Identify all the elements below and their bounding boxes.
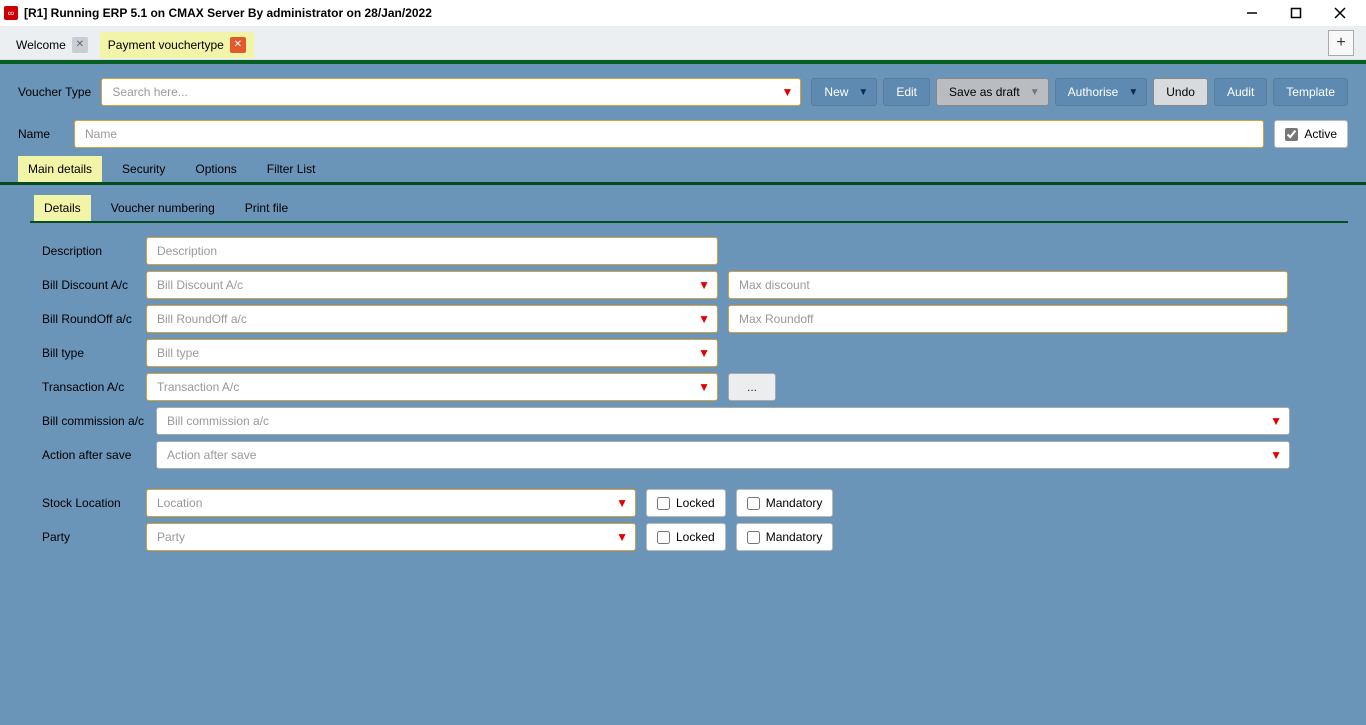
tab-main-details[interactable]: Main details [18, 156, 102, 182]
name-input-wrap [74, 120, 1264, 148]
authorise-button[interactable]: Authorise ▼ [1055, 78, 1148, 106]
tab-payment-vouchertype[interactable]: Payment vouchertype ✕ [100, 32, 254, 58]
add-tab-button[interactable]: + [1328, 30, 1354, 56]
bill-commission-select[interactable] [156, 407, 1290, 435]
details-form: Description Bill Discount A/c ▼ Bill Rou… [18, 237, 1348, 551]
close-icon[interactable]: ✕ [230, 37, 246, 53]
party-label: Party [42, 530, 136, 544]
active-checkbox-wrap[interactable]: Active [1274, 120, 1348, 148]
voucher-type-label: Voucher Type [18, 85, 91, 99]
button-label: Undo [1166, 85, 1195, 99]
button-label: Template [1286, 85, 1335, 99]
chevron-down-icon: ▼ [1128, 87, 1138, 98]
tab-label: Payment vouchertype [108, 38, 224, 52]
row-description: Description [42, 237, 1348, 265]
mandatory-label: Mandatory [766, 496, 823, 510]
new-button[interactable]: New ▼ [811, 78, 877, 106]
subtab-voucher-numbering[interactable]: Voucher numbering [101, 195, 225, 221]
app-icon: ∞ [4, 6, 18, 20]
row-action-after-save: Action after save ▼ [42, 441, 1348, 469]
action-after-save-select[interactable] [156, 441, 1290, 469]
stock-location-locked-checkbox[interactable] [657, 497, 670, 510]
edit-button[interactable]: Edit [883, 78, 930, 106]
row-bill-commission: Bill commission a/c ▼ [42, 407, 1348, 435]
titlebar: ∞ [R1] Running ERP 5.1 on CMAX Server By… [0, 0, 1366, 26]
max-discount-input[interactable] [728, 271, 1288, 299]
bill-roundoff-label: Bill RoundOff a/c [42, 312, 136, 326]
locked-label: Locked [676, 530, 715, 544]
stock-location-locked-wrap[interactable]: Locked [646, 489, 726, 517]
bill-discount-label: Bill Discount A/c [42, 278, 136, 292]
party-locked-checkbox[interactable] [657, 531, 670, 544]
stock-location-label: Stock Location [42, 496, 136, 510]
maximize-button[interactable] [1274, 0, 1318, 26]
bill-commission-label: Bill commission a/c [42, 414, 146, 428]
row-bill-roundoff: Bill RoundOff a/c ▼ [42, 305, 1348, 333]
section-tabs: Main details Security Options Filter Lis… [0, 156, 1366, 185]
tab-options[interactable]: Options [185, 156, 246, 182]
close-button[interactable] [1318, 0, 1362, 26]
voucher-type-search-wrap: ▼ [101, 78, 801, 106]
tab-filter-list[interactable]: Filter List [257, 156, 326, 182]
tab-welcome[interactable]: Welcome ✕ [8, 32, 96, 58]
button-label: New [824, 85, 848, 99]
transaction-ac-browse-button[interactable]: ... [728, 373, 776, 401]
window-title: [R1] Running ERP 5.1 on CMAX Server By a… [24, 6, 1230, 20]
button-label: Edit [896, 85, 917, 99]
transaction-ac-select[interactable] [146, 373, 718, 401]
template-button[interactable]: Template [1273, 78, 1348, 106]
bill-type-select[interactable] [146, 339, 718, 367]
active-checkbox[interactable] [1285, 128, 1298, 141]
stock-location-mandatory-wrap[interactable]: Mandatory [736, 489, 834, 517]
audit-button[interactable]: Audit [1214, 78, 1267, 106]
row-bill-type: Bill type ▼ [42, 339, 1348, 367]
party-locked-wrap[interactable]: Locked [646, 523, 726, 551]
active-label: Active [1304, 127, 1337, 141]
stock-location-mandatory-checkbox[interactable] [747, 497, 760, 510]
toolbar-row: Voucher Type ▼ New ▼ Edit Save as draft … [18, 78, 1348, 106]
mandatory-label: Mandatory [766, 530, 823, 544]
description-label: Description [42, 244, 136, 258]
action-after-save-label: Action after save [42, 448, 146, 462]
main-panel: Voucher Type ▼ New ▼ Edit Save as draft … [0, 64, 1366, 725]
button-label: Save as draft [949, 85, 1020, 99]
close-icon[interactable]: ✕ [72, 37, 88, 53]
toolbar-buttons: New ▼ Edit Save as draft ▼ Authorise ▼ U… [811, 78, 1348, 106]
voucher-type-search[interactable] [101, 78, 801, 106]
bill-roundoff-select[interactable] [146, 305, 718, 333]
row-bill-discount: Bill Discount A/c ▼ [42, 271, 1348, 299]
button-label: Authorise [1068, 85, 1119, 99]
name-input[interactable] [74, 120, 1264, 148]
button-label: Audit [1227, 85, 1254, 99]
tab-security[interactable]: Security [112, 156, 175, 182]
party-mandatory-checkbox[interactable] [747, 531, 760, 544]
chevron-down-icon: ▼ [1030, 87, 1040, 98]
max-roundoff-input[interactable] [728, 305, 1288, 333]
name-label: Name [18, 127, 64, 141]
bill-discount-select[interactable] [146, 271, 718, 299]
plus-icon: + [1336, 34, 1345, 52]
tab-label: Welcome [16, 38, 66, 52]
save-draft-button[interactable]: Save as draft ▼ [936, 78, 1049, 106]
window-controls [1230, 0, 1362, 26]
document-tabstrip: Welcome ✕ Payment vouchertype ✕ + [0, 26, 1366, 60]
detail-subtabs: Details Voucher numbering Print file [30, 195, 1348, 223]
row-party: Party ▼ Locked Mandatory [42, 523, 1348, 551]
minimize-button[interactable] [1230, 0, 1274, 26]
subtab-details[interactable]: Details [34, 195, 91, 221]
chevron-down-icon: ▼ [858, 87, 868, 98]
name-row: Name Active [18, 120, 1348, 148]
description-input[interactable] [146, 237, 718, 265]
party-select[interactable] [146, 523, 636, 551]
bill-type-label: Bill type [42, 346, 136, 360]
party-mandatory-wrap[interactable]: Mandatory [736, 523, 834, 551]
row-stock-location: Stock Location ▼ Locked Mandatory [42, 489, 1348, 517]
row-transaction-ac: Transaction A/c ▼ ... [42, 373, 1348, 401]
transaction-ac-label: Transaction A/c [42, 380, 136, 394]
stock-location-select[interactable] [146, 489, 636, 517]
locked-label: Locked [676, 496, 715, 510]
subtab-print-file[interactable]: Print file [235, 195, 298, 221]
undo-button[interactable]: Undo [1153, 78, 1208, 106]
